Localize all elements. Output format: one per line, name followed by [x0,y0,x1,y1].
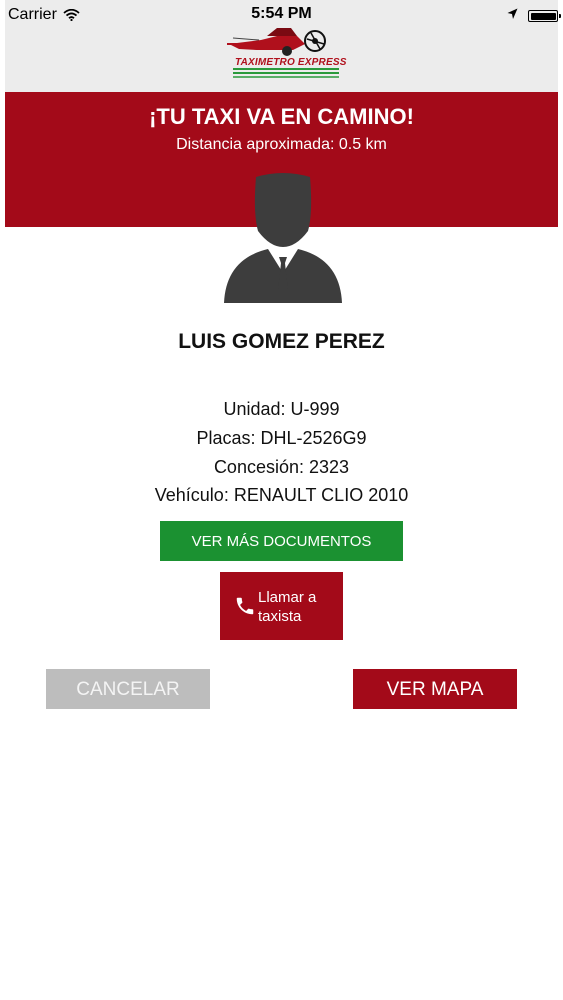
cancel-label: CANCELAR [76,679,180,700]
unit-label: Unidad: U-999 [223,399,340,419]
battery-icon [528,10,561,22]
call-driver-label: Llamar a taxista [258,589,317,625]
concession-label: Concesión: 2323 [213,457,350,477]
driver-name: LUIS GOMEZ PEREZ [178,330,385,353]
driver-avatar-icon [216,173,350,307]
app-header: Carrier 5:54 PM TAXIMETRO EXPRESS [5,0,561,92]
status-right-group [507,7,561,25]
location-arrow-icon [507,7,518,25]
status-time: 5:54 PM [251,5,312,22]
distance-label: Distancia aproximada: 0.5 km [176,136,387,153]
phone-icon [234,595,256,621]
taximetro-express-logo: TAXIMETRO EXPRESS [227,22,346,84]
call-driver-button[interactable]: Llamar a taxista [220,572,343,640]
cancel-button[interactable]: CANCELAR [46,669,210,709]
plates-label: Placas: DHL-2526G9 [196,428,367,448]
logo-text: TAXIMETRO EXPRESS [235,57,347,68]
view-map-label: VER MAPA [386,679,484,700]
view-more-documents-label: VER MÁS DOCUMENTOS [191,533,372,550]
vehicle-label: Vehículo: RENAULT CLIO 2010 [154,485,409,505]
banner-title: ¡TU TAXI VA EN CAMINO! [149,104,414,129]
view-map-button[interactable]: VER MAPA [353,669,517,709]
view-more-documents-button[interactable]: VER MÁS DOCUMENTOS [160,521,403,561]
battery-fill [530,12,556,20]
